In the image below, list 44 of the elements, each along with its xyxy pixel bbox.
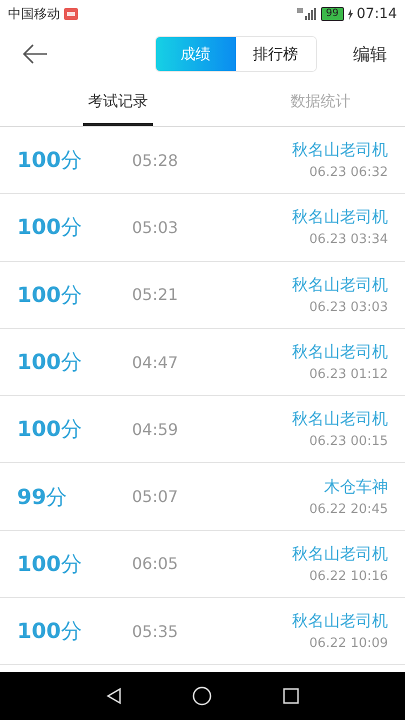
score-text: 100分 xyxy=(17,618,83,646)
duration-text: 05:28 xyxy=(132,150,178,170)
user-name: 秋名山老司机 xyxy=(292,342,388,364)
score-text: 100分 xyxy=(17,147,83,174)
duration-text: 04:47 xyxy=(132,352,178,372)
user-name: 秋名山老司机 xyxy=(292,611,388,632)
back-icon[interactable] xyxy=(104,687,123,705)
date-time: 06.23 03:03 xyxy=(309,300,388,315)
score-text: 100分 xyxy=(17,282,83,309)
score-text: 100分 xyxy=(17,416,83,444)
duration-text: 04:59 xyxy=(132,420,178,439)
date-time: 06.22 20:45 xyxy=(309,502,388,517)
back-arrow-icon[interactable] xyxy=(22,44,48,64)
signal-icon xyxy=(296,8,317,20)
duration-text: 05:35 xyxy=(132,622,178,641)
duration-text: 06:05 xyxy=(132,554,178,574)
score-text: 99分 xyxy=(17,484,68,511)
score-text: 100分 xyxy=(17,349,83,376)
duration-text: 05:07 xyxy=(132,487,178,506)
date-time: 06.22 10:16 xyxy=(309,568,388,584)
score-text: 100分 xyxy=(17,550,83,578)
home-icon[interactable] xyxy=(192,686,212,706)
duration-text: 05:21 xyxy=(132,285,178,304)
battery-indicator: 99 xyxy=(320,7,344,21)
carrier-name: 中国移动 xyxy=(8,6,60,23)
user-name: 秋名山老司机 xyxy=(292,274,388,296)
notification-icon xyxy=(64,8,78,20)
recents-icon[interactable] xyxy=(282,687,300,705)
user-name: 秋名山老司机 xyxy=(292,140,388,162)
date-time: 06.23 01:12 xyxy=(309,367,388,382)
date-time: 06.23 03:34 xyxy=(309,232,388,248)
clock: 07:14 xyxy=(356,6,397,22)
duration-text: 05:03 xyxy=(132,218,178,237)
date-time: 06.23 00:15 xyxy=(309,434,388,450)
date-time: 06.22 10:09 xyxy=(309,636,388,652)
user-name: 秋名山老司机 xyxy=(292,544,388,565)
user-name: 秋名山老司机 xyxy=(292,409,388,430)
user-name: 秋名山老司机 xyxy=(292,207,388,228)
edit-button[interactable]: 编辑 xyxy=(353,42,387,66)
tab[interactable]: 考试记录 xyxy=(83,80,152,126)
user-name: 木仓车神 xyxy=(324,476,388,498)
charging-icon xyxy=(348,8,353,20)
date-time: 06.23 06:32 xyxy=(309,165,388,180)
score-text: 100分 xyxy=(17,214,83,242)
